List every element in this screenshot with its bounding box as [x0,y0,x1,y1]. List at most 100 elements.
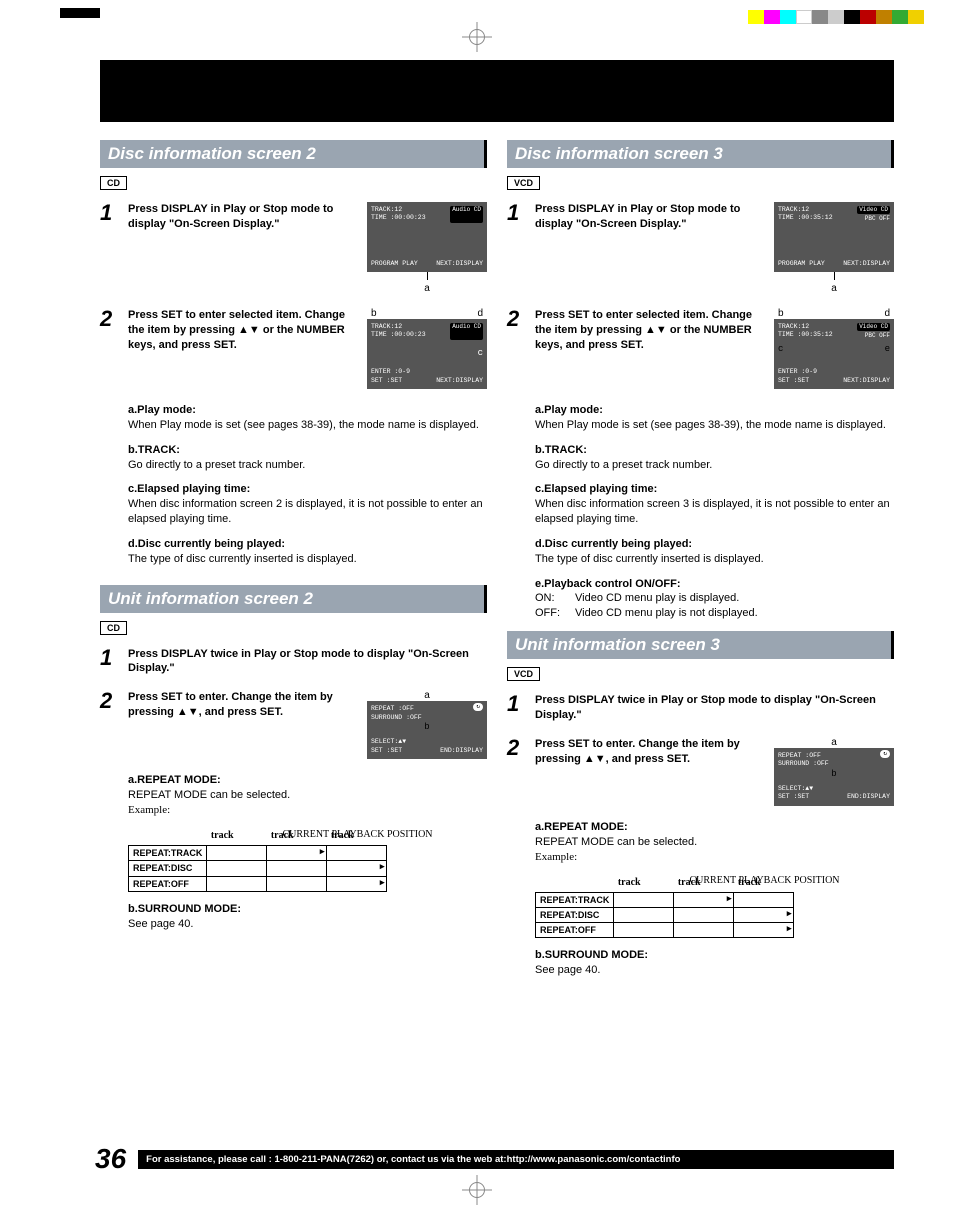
step-number: 1 [100,647,118,669]
note-c-title: c.Elapsed playing time: [535,483,657,495]
example-label: Example: [128,804,170,816]
step-text: Press SET to enter selected item. Change… [128,308,357,353]
marker-a: a [367,690,487,701]
osd-set: SET :SET [371,377,410,385]
osd-end: END:DISPLAY [847,793,890,801]
osd-time: TIME :00:00:23 [371,331,426,339]
osd-screenshot: TRACK:12 TIME :00:00:23 Audio CD c ENTER… [367,319,487,389]
osd-select: SELECT:▲▼ [371,738,406,746]
osd-track: TRACK:12 [371,323,426,331]
marker-d: d [884,308,890,319]
note-b-body: Go directly to a preset track number. [128,459,305,471]
pbc-label: PBC OFF [857,332,890,340]
note-a-body: When Play mode is set (see pages 38-39),… [535,419,886,431]
example-label: Example: [535,851,577,863]
note-a-body: REPEAT MODE can be selected. [128,789,290,801]
vcd-tag: VCD [507,667,540,681]
marker-e: e [885,344,890,356]
osd-repeat: REPEAT :OFF [778,752,890,760]
step-text: Press DISPLAY in Play or Stop mode to di… [535,202,764,232]
unit-info-2-header: Unit information screen 2 [100,585,487,613]
osd-screenshot: TRACK:12 TIME :00:35:12 Video CD PBC OFF… [774,202,894,272]
step-number: 1 [507,693,525,715]
cd-tag: CD [100,621,127,635]
marker-b: b [371,308,377,319]
marker-a: a [774,272,894,294]
osd-set: SET :SET [778,377,817,385]
color-calibration-bar [748,10,924,24]
note-b-body: Go directly to a preset track number. [535,459,712,471]
osd-next: NEXT:DISPLAY [843,260,890,268]
step-number: 2 [507,308,525,330]
osd-next: NEXT:DISPLAY [436,260,483,268]
note-a-body: REPEAT MODE can be selected. [535,836,697,848]
osd-mode: PROGRAM PLAY [371,260,418,268]
note-d-title: d.Disc currently being played: [535,538,692,550]
repeat-mode-table: CURRENT PLAYBACK POSITION track track tr… [535,874,894,938]
step-text: Press SET to enter. Change the item by p… [128,690,357,720]
note-c-body: When disc information screen 2 is displa… [128,498,483,525]
repeat-mode-table: CURRENT PLAYBACK POSITION track track tr… [128,828,487,892]
note-e-title: e.Playback control ON/OFF: [535,578,680,590]
osd-track: TRACK:12 [778,323,833,331]
note-b-title: b.TRACK: [535,444,587,456]
note-a-title: a.REPEAT MODE: [128,774,221,786]
current-playback-label: CURRENT PLAYBACK POSITION [228,828,487,842]
note-b-body: See page 40. [128,918,193,930]
note-c-title: c.Elapsed playing time: [128,483,250,495]
video-cd-icon: Video CD [857,323,890,331]
crop-mark-bottom [462,1175,492,1205]
unit-info-3-header: Unit information screen 3 [507,631,894,659]
audio-cd-icon: Audio CD [450,206,483,223]
repeat-icon: ↻ [880,750,890,758]
osd-set: SET :SET [371,747,406,755]
marker-a: a [774,737,894,748]
osd-mode: PROGRAM PLAY [778,260,825,268]
cd-tag: CD [100,176,127,190]
note-b-title: b.SURROUND MODE: [128,903,241,915]
osd-enter: ENTER :0-9 [778,368,817,376]
osd-screenshot: REPEAT :OFF SURROUND :OFF ↻ b SELECT:▲▼ … [367,701,487,759]
osd-enter: ENTER :0-9 [371,368,410,376]
step-text: Press DISPLAY twice in Play or Stop mode… [535,693,894,723]
disc-info-2-header: Disc information screen 2 [100,140,487,168]
note-b-body: See page 40. [535,964,600,976]
footer-assistance-bar: For assistance, please call : 1-800-211-… [138,1150,894,1169]
step-number: 2 [100,308,118,330]
on-value: Video CD menu play is displayed. [575,592,739,604]
osd-time: TIME :00:35:12 [778,214,833,222]
note-a-body: When Play mode is set (see pages 38-39),… [128,419,479,431]
osd-select: SELECT:▲▼ [778,785,813,793]
right-column: Disc information screen 3 VCD 1 Press DI… [507,140,894,988]
step-number: 1 [100,202,118,224]
marker-b: b [778,308,784,319]
osd-surround: SURROUND :OFF [778,760,890,768]
step-number: 2 [100,690,118,712]
note-a-title: a.REPEAT MODE: [535,821,628,833]
off-label: OFF: [535,606,575,621]
repeat-icon: ↻ [473,703,483,711]
header-band [100,60,894,122]
disc-info-3-header: Disc information screen 3 [507,140,894,168]
marker-c: c [371,348,483,360]
note-b-title: b.TRACK: [128,444,180,456]
registration-mark [60,8,100,18]
osd-time: TIME :00:00:23 [371,214,426,222]
current-playback-label: CURRENT PLAYBACK POSITION [635,874,894,888]
marker-b: b [778,769,890,781]
note-a-title: a.Play mode: [535,404,603,416]
left-column: Disc information screen 2 CD 1 Press DIS… [100,140,487,988]
osd-next: NEXT:DISPLAY [436,377,483,385]
note-c-body: When disc information screen 3 is displa… [535,498,890,525]
osd-next: NEXT:DISPLAY [843,377,890,385]
osd-time: TIME :00:35:12 [778,331,833,339]
osd-screenshot: TRACK:12 TIME :00:35:12 Video CD PBC OFF… [774,319,894,389]
step-text: Press SET to enter. Change the item by p… [535,737,764,767]
osd-set: SET :SET [778,793,813,801]
marker-c: c [778,344,783,356]
step-text: Press DISPLAY twice in Play or Stop mode… [128,647,487,677]
step-number: 2 [507,737,525,759]
on-label: ON: [535,591,575,606]
step-number: 1 [507,202,525,224]
audio-cd-icon: Audio CD [450,323,483,340]
